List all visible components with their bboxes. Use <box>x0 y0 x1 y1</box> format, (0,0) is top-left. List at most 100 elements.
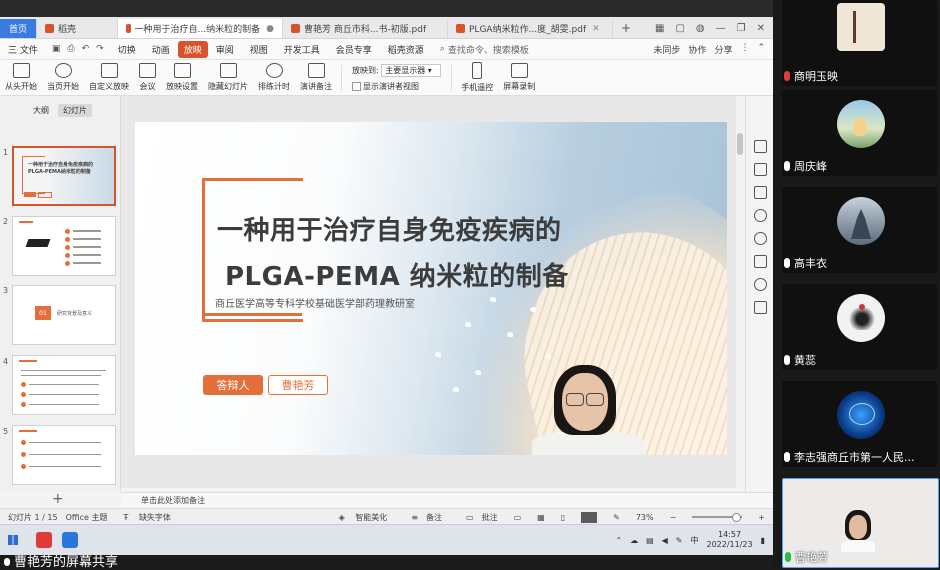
participant-tile-active[interactable]: 曹艳芳 <box>782 478 939 568</box>
sync-status[interactable]: 未同步 <box>653 43 680 56</box>
menu-view[interactable]: 视图 <box>242 43 276 56</box>
minimize-icon[interactable]: — <box>716 23 726 34</box>
slide-title-line-2[interactable]: PLGA-PEMA 纳米粒的制备 <box>225 256 569 293</box>
clock[interactable]: 14:57 2022/11/23 <box>706 530 752 550</box>
participant-tile[interactable]: 李志强商丘市第一人民... <box>782 381 937 467</box>
tab-pdf-1[interactable]: 曹艳芳 商丘市科...书-初版.pdf <box>283 19 448 38</box>
vertical-scrollbar[interactable] <box>737 133 743 155</box>
normal-view-icon[interactable]: ▭ <box>514 513 522 522</box>
reading-view-icon[interactable]: ▯ <box>561 513 565 522</box>
slide-thumbnail-1[interactable]: 一种用于治疗自身免疫疾病的PLGA-PEMA纳米粒的制备 <box>12 146 116 206</box>
slide-title-line-1[interactable]: 一种用于治疗自身免疫疾病的 <box>217 210 562 247</box>
tray-overflow-icon[interactable]: ⌃ <box>615 536 622 545</box>
meeting-app-icon[interactable] <box>62 532 78 548</box>
file-menu[interactable]: 三 文件 <box>0 43 46 56</box>
command-search[interactable]: ⌕ 查找命令、搜索模板 <box>440 43 529 56</box>
participant-tile[interactable]: 周庆峰 <box>782 90 937 176</box>
tab-slides[interactable]: 幻灯片 <box>58 104 92 117</box>
missing-font-button[interactable]: Ŧ 缺失字体 <box>116 512 171 523</box>
user-icon[interactable]: ◍ <box>696 23 705 34</box>
slide-thumbnail-5[interactable] <box>12 425 116 485</box>
menu-transition[interactable]: 切换 <box>110 43 144 56</box>
add-slide-button[interactable]: + <box>52 491 64 507</box>
participant-tile[interactable]: 黄蕊 <box>782 284 937 370</box>
participant-tile[interactable]: 高丰衣 <box>782 187 937 273</box>
rehearse-timing-button[interactable]: 排练计时 <box>253 63 295 92</box>
volume-icon[interactable]: ◀ <box>662 536 668 545</box>
display-select[interactable]: 主要显示器 ▾ <box>381 63 442 77</box>
redo-icon[interactable]: ↷ <box>96 44 104 54</box>
participant-tile[interactable]: 商明玉映 <box>782 0 937 86</box>
tab-outline[interactable]: 大纲 <box>28 104 54 117</box>
slide-thumbnail-3[interactable]: 01 研究背景及意义 <box>12 285 116 345</box>
cloud-icon[interactable]: ☁ <box>630 536 638 545</box>
defender-label-box[interactable]: 答辩人 <box>203 375 263 395</box>
show-settings-button[interactable]: 放映设置 <box>161 63 203 92</box>
speaker-notes-button[interactable]: 演讲备注 <box>295 63 337 92</box>
comment-toggle[interactable]: ▭ 批注 <box>458 512 498 523</box>
transition-icon[interactable] <box>754 186 767 199</box>
menu-developer[interactable]: 开发工具 <box>276 43 328 56</box>
hide-slide-button[interactable]: 隐藏幻灯片 <box>203 63 253 92</box>
zoom-slider[interactable] <box>692 513 743 522</box>
slide-subtitle[interactable]: 商丘医学高等专科学校基础医学部药理教研室 <box>215 295 415 310</box>
meeting-button[interactable]: 会议 <box>134 63 161 92</box>
collapse-ribbon-icon[interactable]: ⌃ <box>757 43 765 56</box>
custom-show-button[interactable]: 自定义放映 <box>84 63 134 92</box>
menu-animation[interactable]: 动画 <box>144 43 178 56</box>
share-button[interactable]: 分享 <box>714 43 732 56</box>
defender-name-box[interactable]: 曹艳芳 <box>268 375 328 395</box>
menu-member[interactable]: 会员专享 <box>328 43 380 56</box>
new-tab-button[interactable]: + <box>613 19 639 38</box>
notes-pane[interactable]: 单击此处添加备注 <box>121 492 773 507</box>
tab-home[interactable]: 首页 <box>0 19 37 38</box>
smart-beautify-button[interactable]: ◈ 智能美化 <box>331 512 388 523</box>
tab-docer[interactable]: 稻壳 <box>37 19 118 38</box>
close-icon[interactable]: ● <box>266 24 274 34</box>
wps-app-icon[interactable] <box>36 532 52 548</box>
help-icon[interactable] <box>754 232 767 245</box>
presenter-view-checkbox[interactable]: 显示演讲者视图 <box>352 81 441 92</box>
pen-tray-icon[interactable]: ✎ <box>676 536 683 545</box>
notes-toggle[interactable]: ≡ 备注 <box>403 512 442 523</box>
layout-icon[interactable] <box>754 163 767 176</box>
menu-review[interactable]: 审阅 <box>208 43 242 56</box>
settings-icon[interactable] <box>754 301 767 314</box>
screen-record-button[interactable]: 屏幕录制 <box>498 63 540 92</box>
current-slide[interactable]: 一种用于治疗自身免疫疾病的 PLGA-PEMA 纳米粒的制备 商丘医学高等专科学… <box>135 122 727 455</box>
slide-thumbnail-4[interactable] <box>12 355 116 415</box>
close-window-icon[interactable]: ✕ <box>757 23 765 34</box>
menu-docer-resources[interactable]: 稻壳资源 <box>380 43 432 56</box>
close-icon[interactable]: ✕ <box>592 24 600 34</box>
phone-remote-button[interactable]: 手机遥控 <box>456 62 498 93</box>
compass-icon[interactable] <box>754 278 767 291</box>
input-language[interactable]: 中 <box>690 535 698 546</box>
tab-pdf-2[interactable]: PLGA纳米粒作...度_胡雯.pdf ✕ <box>448 19 613 38</box>
start-current-button[interactable]: 当页开始 <box>42 63 84 92</box>
save-icon[interactable]: ▣ <box>52 44 61 54</box>
pen-icon[interactable]: ✎ <box>613 513 620 522</box>
zoom-value[interactable]: 73% <box>636 513 654 522</box>
start-from-beginning-button[interactable]: 从头开始 <box>0 63 42 92</box>
play-slideshow-button[interactable] <box>581 511 598 523</box>
sorter-view-icon[interactable]: ▦ <box>537 513 545 522</box>
collaborate-button[interactable]: 协作 <box>688 43 706 56</box>
window-icon[interactable]: ▢ <box>675 23 684 34</box>
zoom-out-button[interactable]: − <box>670 513 677 522</box>
grid-icon[interactable]: ▦ <box>655 23 664 34</box>
slide-thumbnail-2[interactable] <box>12 216 116 276</box>
image-icon[interactable] <box>754 255 767 268</box>
undo-icon[interactable]: ↶ <box>82 44 90 54</box>
notification-icon[interactable]: ▮ <box>761 536 765 545</box>
menu-slideshow[interactable]: 放映 <box>177 40 208 58</box>
more-icon[interactable]: ⋮ <box>740 43 749 56</box>
animation-icon[interactable] <box>754 140 767 153</box>
mic-speaking-icon <box>785 552 791 562</box>
tab-presentation[interactable]: 一种用于治疗自...纳米粒的制备 ● <box>118 19 283 38</box>
zoom-in-button[interactable]: + <box>758 513 765 522</box>
print-icon[interactable]: ⎙ <box>67 44 74 54</box>
restore-icon[interactable]: ❐ <box>737 23 746 34</box>
pin-icon[interactable] <box>754 209 767 222</box>
windows-start-icon[interactable] <box>8 535 18 545</box>
network-icon[interactable]: ▤ <box>646 536 654 545</box>
